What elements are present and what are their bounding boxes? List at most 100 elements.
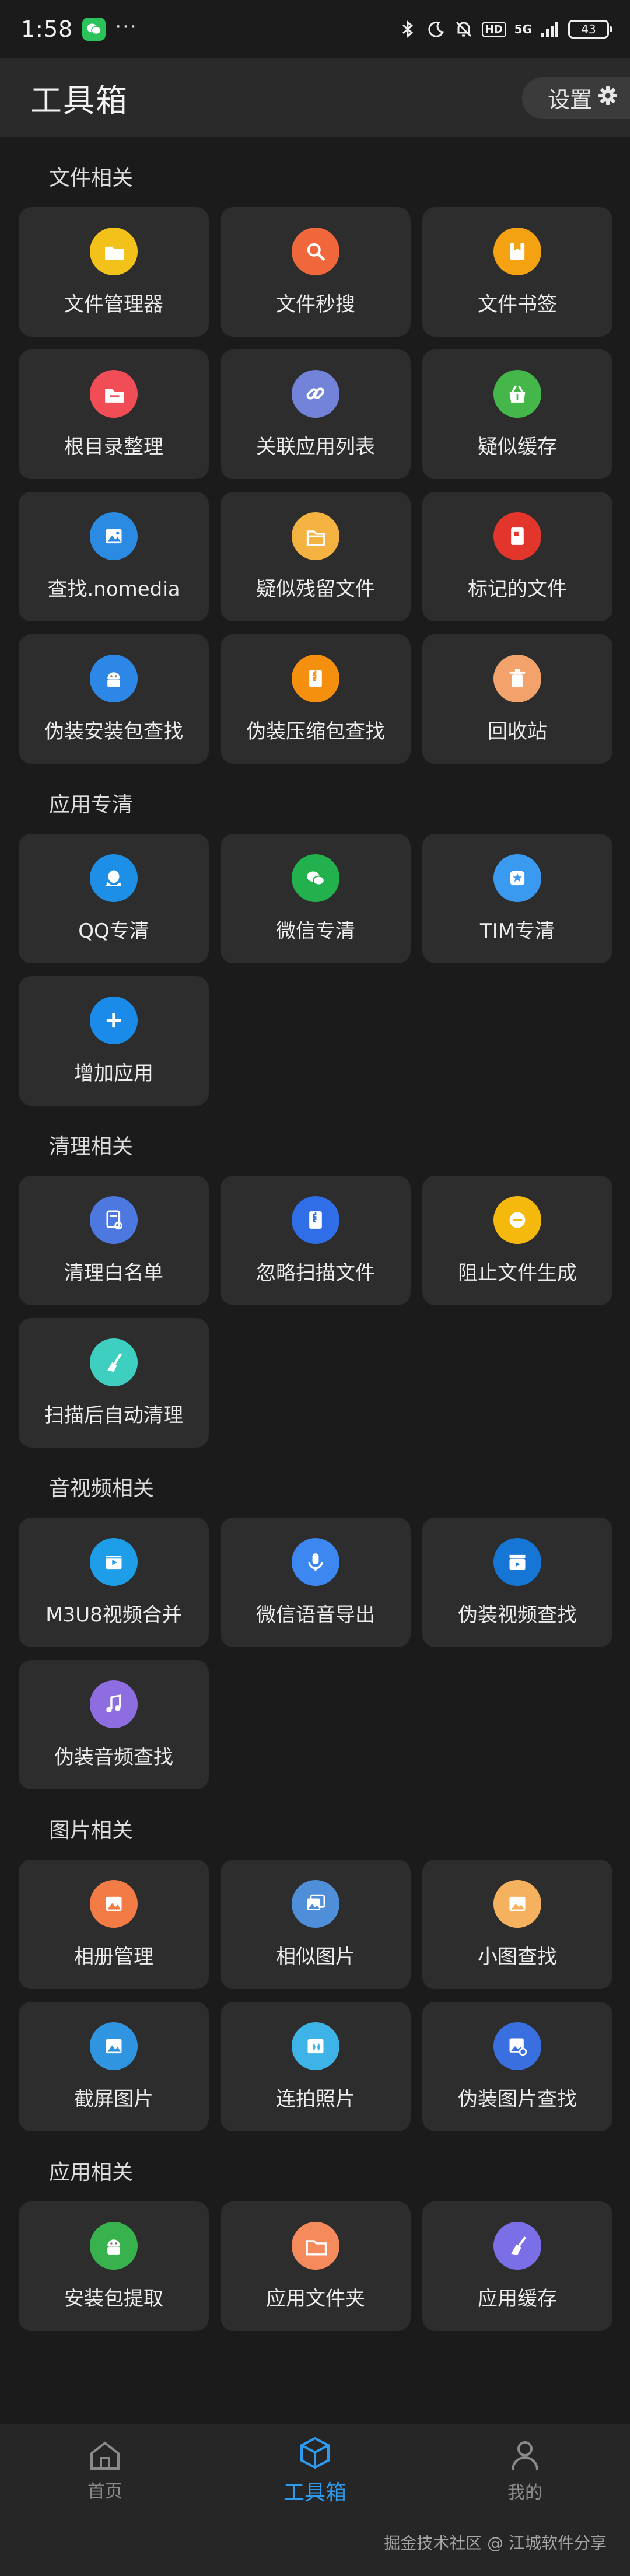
tool-label: 文件书签	[478, 292, 557, 316]
whitelist-icon	[90, 1196, 138, 1244]
tool-label: 回收站	[488, 719, 547, 743]
tool-tile[interactable]: 查找.nomedia	[19, 492, 209, 621]
tool-label: 伪装压缩包查找	[246, 719, 385, 743]
bookmark-icon	[494, 227, 541, 275]
app-cache-icon	[494, 2221, 541, 2270]
tool-label: 微信语音导出	[256, 1603, 375, 1627]
tool-tile[interactable]: 伪装音频查找	[19, 1660, 209, 1789]
android-icon	[90, 2221, 138, 2270]
tool-tile[interactable]: 增加应用	[19, 976, 209, 1106]
tool-tile[interactable]: 连拍照片	[220, 2002, 411, 2131]
tool-tile[interactable]: 标记的文件	[422, 492, 612, 621]
tool-tile[interactable]: 伪装压缩包查找	[220, 634, 411, 764]
basket-icon	[494, 369, 541, 418]
tool-label: 清理白名单	[64, 1261, 163, 1285]
tool-label: 伪装音频查找	[54, 1745, 173, 1769]
tool-tile[interactable]: 伪装图片查找	[422, 2002, 612, 2131]
tool-label: 疑似残留文件	[256, 577, 375, 601]
home-icon	[88, 2439, 122, 2473]
music-icon	[90, 1680, 138, 1728]
tool-tile[interactable]: 截屏图片	[19, 2002, 209, 2131]
battery-indicator: 43	[568, 20, 612, 39]
tool-tile[interactable]: 疑似残留文件	[220, 492, 411, 621]
tool-tile[interactable]: 伪装安装包查找	[19, 634, 209, 764]
clapper-icon	[494, 1537, 541, 1586]
tool-tile[interactable]: 回收站	[422, 634, 612, 764]
android-icon	[90, 654, 138, 702]
tool-tile[interactable]: 清理白名单	[19, 1176, 209, 1305]
section-title: 清理相关	[49, 1135, 134, 1159]
tool-grid: M3U8视频合并 微信语音导出 伪装视频查找伪装音频查找	[0, 1518, 630, 1789]
tool-tile[interactable]: 扫描后自动清理	[19, 1318, 209, 1448]
settings-button[interactable]: 设置	[522, 76, 630, 119]
video-merge-icon	[90, 1537, 138, 1586]
flag-file-icon	[494, 512, 541, 560]
album-icon	[90, 1879, 138, 1928]
folder-icon	[90, 227, 138, 275]
tool-grid: 文件管理器 文件秒搜 文件书签根目录整理 关联应用列表 疑似缓存查找.nomedia 疑似…	[0, 207, 630, 764]
nav-home-label: 首页	[88, 2481, 123, 2502]
zip-file-icon	[292, 1196, 340, 1244]
nav-toolbox[interactable]: 工具箱	[210, 2424, 420, 2518]
section-title: 图片相关	[49, 1819, 134, 1843]
tool-label: TIM专清	[480, 919, 555, 943]
tool-tile[interactable]: M3U8视频合并	[19, 1518, 209, 1647]
bluetooth-icon	[398, 19, 418, 39]
signal-icon	[540, 19, 560, 39]
tool-tile[interactable]: 应用缓存	[422, 2201, 612, 2331]
tool-tile[interactable]: 应用文件夹	[220, 2201, 411, 2331]
zip-icon	[292, 654, 340, 702]
tool-tile[interactable]: 微信语音导出	[220, 1518, 411, 1647]
qq-icon	[90, 854, 138, 902]
similar-image-icon	[292, 1879, 340, 1928]
tool-tile[interactable]: 安装包提取	[19, 2201, 209, 2331]
gear-icon	[598, 85, 618, 111]
tool-tile[interactable]: QQ专清	[19, 834, 209, 963]
tool-tile[interactable]: 根目录整理	[19, 349, 209, 479]
tool-label: 疑似缓存	[478, 435, 557, 459]
tim-icon	[494, 854, 541, 902]
hd-badge: HD	[481, 21, 506, 37]
tool-label: QQ专清	[78, 919, 149, 943]
nav-toolbox-label: 工具箱	[283, 2481, 346, 2505]
tool-tile[interactable]: 关联应用列表	[220, 349, 411, 479]
tool-label: 应用文件夹	[266, 2287, 365, 2311]
tool-grid: 清理白名单 忽略扫描文件 阻止文件生成扫描后自动清理	[0, 1176, 630, 1448]
tool-label: 伪装视频查找	[458, 1603, 577, 1627]
tool-tile[interactable]: 文件秒搜	[220, 207, 411, 337]
tool-label: 微信专清	[276, 919, 355, 943]
tool-label: 相册管理	[74, 1945, 153, 1969]
tool-tile[interactable]: 忽略扫描文件	[220, 1176, 411, 1305]
tool-tile[interactable]: 相似图片	[220, 1860, 411, 1989]
tool-grid: 安装包提取 应用文件夹 应用缓存	[0, 2201, 630, 2331]
section-title: 应用专清	[49, 793, 134, 817]
tool-tile[interactable]: 伪装视频查找	[422, 1518, 612, 1647]
tool-tile[interactable]: 疑似缓存	[422, 349, 612, 479]
image-icon	[90, 512, 138, 560]
nav-home[interactable]: 首页	[0, 2424, 210, 2518]
network-type: 5G	[514, 22, 532, 36]
watermark-text: 掘金技术社区 @ 江城软件分享	[384, 2533, 607, 2553]
tool-tile[interactable]: 文件管理器	[19, 207, 209, 337]
status-left: 1:58 ···	[21, 15, 138, 42]
tool-label: M3U8视频合并	[46, 1603, 182, 1627]
tool-label: 应用缓存	[478, 2287, 557, 2311]
tool-tile[interactable]: 文件书签	[422, 207, 612, 337]
tool-tile[interactable]: 相册管理	[19, 1860, 209, 1989]
tool-tile[interactable]: TIM专清	[422, 834, 612, 963]
page-title: 工具箱	[30, 82, 128, 119]
tool-label: 小图查找	[478, 1945, 557, 1969]
microphone-icon	[292, 1537, 340, 1586]
tool-tile[interactable]: 小图查找	[422, 1860, 612, 1989]
tool-label: 安装包提取	[64, 2287, 163, 2311]
app-folder-icon	[292, 2221, 340, 2270]
tool-label: 连拍照片	[276, 2087, 355, 2111]
tool-tile[interactable]: 微信专清	[220, 834, 411, 963]
tool-tile[interactable]: 阻止文件生成	[422, 1176, 612, 1305]
toolbox-content: 文件相关 文件管理器 文件秒搜 文件书签 根目录整理 关联应用列表 疑似缓存 查找.nomed…	[0, 137, 630, 2331]
nav-profile[interactable]: 我的	[420, 2424, 630, 2518]
tool-label: 伪装安装包查找	[44, 719, 183, 743]
broom-icon	[90, 1338, 138, 1386]
tool-label: 增加应用	[74, 1061, 153, 1085]
app-header: 工具箱 设置	[0, 58, 630, 137]
